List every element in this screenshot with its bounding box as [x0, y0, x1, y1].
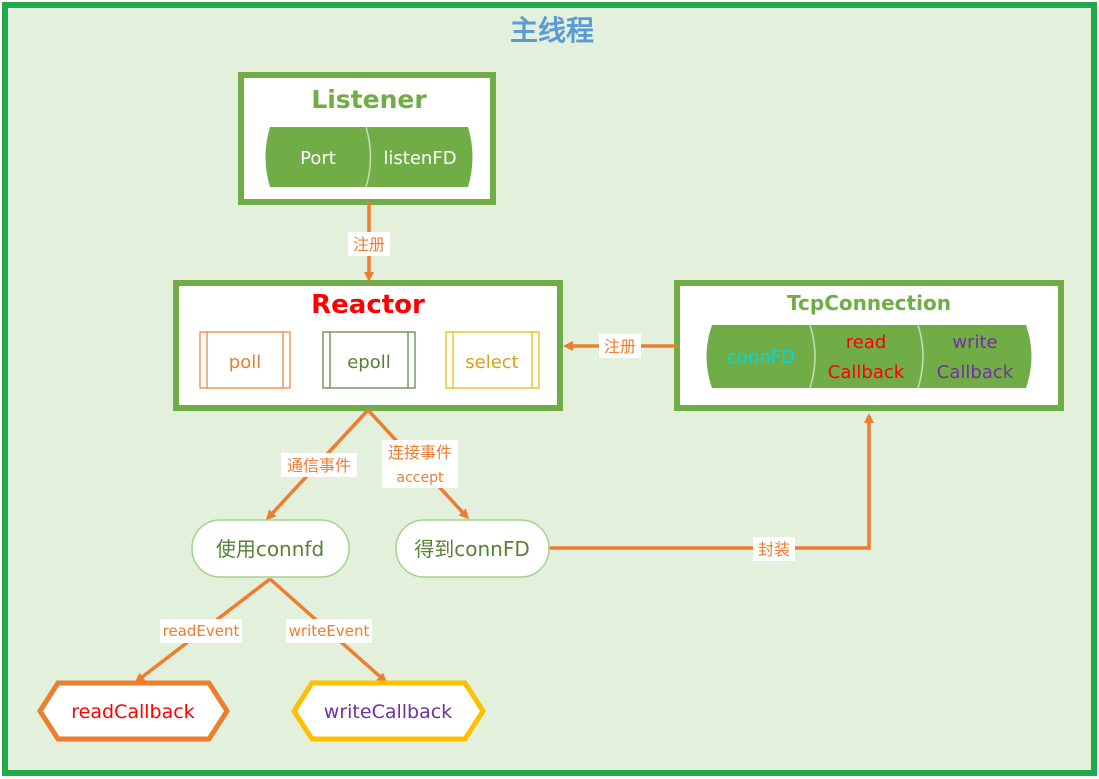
edge-label-read-event: readEvent: [160, 619, 242, 643]
tcp-connection-box: TcpConnection connFD read Callback write…: [674, 280, 1064, 411]
listener-field-listenfd: listenFD: [383, 148, 456, 169]
tcp-field-read-callback: Callback: [828, 362, 905, 383]
tcp-field-write-callback: Callback: [937, 362, 1014, 383]
svg-text:epoll: epoll: [347, 352, 391, 373]
svg-text:使用connfd: 使用connfd: [216, 537, 324, 561]
tcp-connection-title: TcpConnection: [787, 291, 951, 315]
svg-text:readEvent: readEvent: [163, 622, 240, 640]
node-write-callback: writeCallback: [291, 680, 486, 742]
edge-label-conn-event: 连接事件 accept: [382, 440, 458, 488]
svg-text:poll: poll: [229, 352, 261, 373]
reactor-title: Reactor: [311, 290, 425, 320]
svg-text:writeCallback: writeCallback: [324, 701, 452, 723]
edge-label-register-listener: 注册: [348, 232, 390, 256]
edge-label-comm-event: 通信事件: [281, 453, 357, 477]
tcp-field-read: read: [846, 332, 887, 353]
listener-title: Listener: [311, 85, 427, 114]
svg-text:注册: 注册: [353, 235, 385, 254]
tcp-field-write: write: [952, 332, 997, 353]
svg-text:注册: 注册: [604, 337, 636, 356]
svg-text:readCallback: readCallback: [71, 701, 194, 723]
node-get-connfd: 得到connFD: [395, 519, 550, 578]
svg-text:连接事件: 连接事件: [388, 443, 452, 462]
diagram-svg: 主线程 Listener Port listenFD Reactor poll …: [2, 2, 1097, 776]
listener-box: Listener Port listenFD: [238, 72, 496, 205]
svg-text:通信事件: 通信事件: [287, 456, 351, 475]
node-read-callback: readCallback: [37, 680, 230, 742]
reactor-item-epoll: epoll: [322, 331, 416, 389]
svg-text:得到connFD: 得到connFD: [414, 537, 530, 561]
edge-label-write-event: writeEvent: [286, 619, 372, 643]
svg-text:select: select: [465, 352, 518, 373]
node-use-connfd: 使用connfd: [191, 519, 350, 578]
edge-label-register-tcp: 注册: [599, 334, 641, 358]
reactor-box: Reactor poll epoll select: [173, 280, 563, 411]
svg-text:accept: accept: [397, 470, 444, 486]
diagram-canvas: 主线程 Listener Port listenFD Reactor poll …: [0, 0, 1099, 779]
svg-text:封装: 封装: [758, 540, 790, 559]
edge-label-wrap: 封装: [753, 537, 795, 561]
svg-text:writeEvent: writeEvent: [289, 622, 370, 640]
reactor-item-select: select: [445, 331, 540, 389]
tcp-field-connfd: connFD: [727, 347, 795, 368]
main-thread-title: 主线程: [510, 14, 594, 47]
reactor-item-poll: poll: [199, 331, 291, 389]
listener-field-port: Port: [300, 148, 336, 169]
